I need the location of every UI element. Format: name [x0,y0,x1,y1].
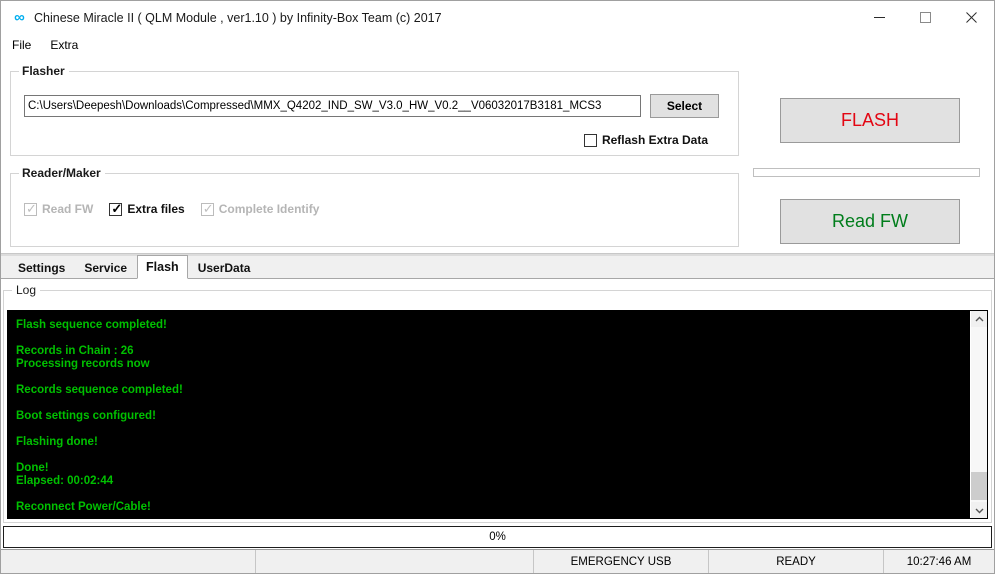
checkbox-box: ✓ [109,200,123,216]
log-line: Flash sequence completed! [16,319,167,331]
maximize-button[interactable] [902,1,948,34]
log-console: Flash sequence completed! Records in Cha… [7,310,988,519]
check-mark-icon: ✓ [111,200,123,216]
side-progress-bar [753,168,980,177]
log-output[interactable]: Flash sequence completed! Records in Cha… [8,311,970,518]
checkbox-reflash-extra-data[interactable]: Reflash Extra Data [583,133,708,147]
log-scrollbar[interactable] [970,311,987,518]
menu-bar: File Extra [1,35,994,57]
tab-bar: Settings Service Flash UserData [1,255,994,279]
checkbox-label: Complete Identify [218,202,320,216]
status-cell-empty-1 [1,550,256,573]
select-button[interactable]: Select [650,94,719,118]
log-line: Records in Chain : 26 [16,345,134,357]
checkbox-label: Read FW [42,202,94,216]
tab-flash[interactable]: Flash [137,255,188,279]
log-group: Log Flash sequence completed! Records in… [3,283,992,523]
log-panel: Log Flash sequence completed! Records in… [1,279,994,526]
checkbox-read-fw[interactable]: ✓ Read FW [24,202,93,216]
checkbox-box: ✓ [200,200,214,216]
read-fw-button[interactable]: Read FW [780,199,960,244]
application-window: ∞ Chinese Miracle II ( QLM Module , ver1… [0,0,995,574]
status-bar: EMERGENCY USB READY 10:27:46 AM [1,549,994,573]
firmware-path-input[interactable]: C:\Users\Deepesh\Downloads\Compressed\MM… [24,95,641,117]
title-bar: ∞ Chinese Miracle II ( QLM Module , ver1… [1,1,994,35]
check-mark-icon: ✓ [202,200,214,216]
status-cell-empty-2 [256,550,534,573]
log-line: Flashing done! [16,436,98,448]
progress-percent-label: 0% [489,531,506,543]
status-cell-time: 10:27:46 AM [906,555,972,568]
status-cell-connection-mode: EMERGENCY USB [534,550,709,573]
reader-maker-group: Reader/Maker ✓ Read FW ✓ Extra files ✓ C… [10,166,739,247]
checkbox-box [583,133,597,147]
scrollbar-track[interactable] [971,327,987,502]
scrollbar-thumb[interactable] [971,472,987,500]
log-line: Records sequence completed! [16,384,183,396]
check-mark-icon: ✓ [26,200,37,216]
flasher-group: Flasher C:\Users\Deepesh\Downloads\Compr… [10,64,739,156]
progress-bar: 0% [3,526,992,548]
flasher-group-label: Flasher [22,64,65,78]
checkbox-complete-identify[interactable]: ✓ Complete Identify [200,200,320,216]
reflash-extra-data-row: Reflash Extra Data [583,133,724,147]
tab-service[interactable]: Service [75,257,137,278]
menu-item-file[interactable]: File [11,37,40,54]
checkbox-label: Reflash Extra Data [601,133,708,147]
log-line: Reconnect Power/Cable! [16,501,151,513]
close-button[interactable] [948,1,994,34]
scroll-up-icon[interactable] [971,311,987,327]
checkbox-box: ✓ [24,200,37,216]
log-line: Processing records now [16,358,150,370]
tab-userdata[interactable]: UserData [188,257,260,278]
status-cell-state: READY [709,550,884,573]
window-title: Chinese Miracle II ( QLM Module , ver1.1… [34,10,442,25]
log-group-label: Log [16,283,37,297]
checkbox-extra-files[interactable]: ✓ Extra files [109,200,185,216]
reader-maker-options: ✓ Read FW ✓ Extra files ✓ Complete Ident… [24,202,335,216]
log-line: Boot settings configured! [16,410,156,422]
log-line: Elapsed: 00:02:44 [16,475,114,487]
window-controls [856,1,994,34]
upper-panel: Flasher C:\Users\Deepesh\Downloads\Compr… [1,57,994,253]
log-line: Done! [16,462,49,474]
minimize-button[interactable] [856,1,902,34]
scroll-down-icon[interactable] [971,502,987,518]
menu-item-extra[interactable]: Extra [49,37,87,54]
reader-maker-group-label: Reader/Maker [22,166,101,180]
tab-settings[interactable]: Settings [9,257,75,278]
flash-button[interactable]: FLASH [780,98,960,143]
checkbox-label: Extra files [127,202,185,216]
infinity-icon: ∞ [14,9,25,26]
